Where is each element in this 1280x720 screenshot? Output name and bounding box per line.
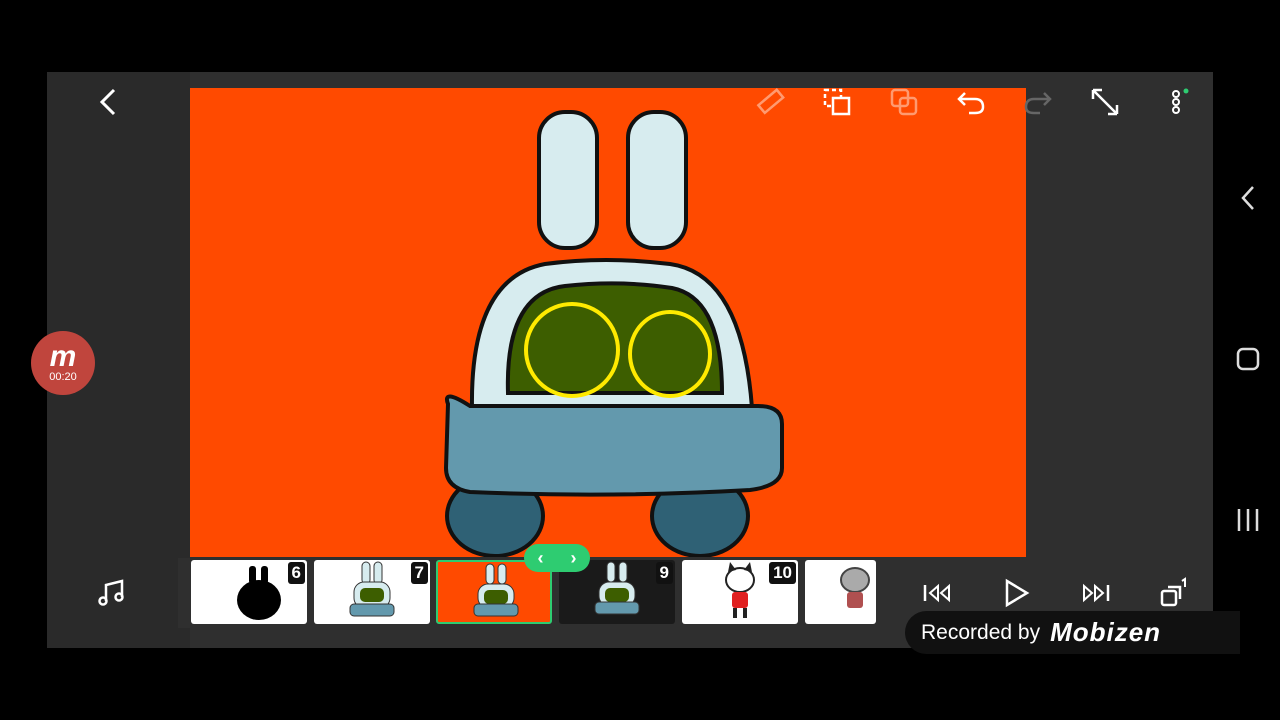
prev-frame-chevron-icon[interactable]: ‹ (538, 548, 544, 569)
frame-number: 9 (655, 562, 673, 584)
redo-icon (1024, 92, 1052, 115)
ruler-button[interactable] (752, 84, 788, 120)
frame-number: 6 (287, 562, 305, 584)
layers-button[interactable] (1156, 576, 1192, 610)
music-note-icon (98, 579, 124, 606)
play-icon (1005, 578, 1030, 608)
system-recents-icon (1237, 509, 1259, 531)
redo-button[interactable] (1020, 84, 1056, 120)
system-home-icon (1236, 347, 1260, 371)
back-button[interactable] (91, 84, 127, 120)
system-back-button[interactable] (1232, 182, 1264, 214)
copy-frame-icon (823, 88, 851, 116)
frame-number: 10 (769, 562, 796, 584)
music-button[interactable] (94, 576, 130, 610)
recorder-timer: 00:20 (49, 371, 77, 383)
frame-thumb[interactable]: 6 (191, 560, 307, 624)
recorder-bubble[interactable]: m 00:20 (31, 331, 95, 395)
thumb-cat (840, 567, 870, 608)
copy-frame-button[interactable] (819, 84, 855, 120)
system-recents-button[interactable] (1232, 504, 1264, 536)
back-chevron-icon (99, 88, 116, 116)
fullscreen-button[interactable] (1087, 84, 1123, 120)
frame-filmstrip[interactable]: 6 7 9 10 (178, 558, 876, 628)
frame-thumb[interactable]: 7 (314, 560, 430, 624)
expand-icon (1091, 88, 1119, 116)
undo-icon (957, 92, 985, 115)
drawing-canvas[interactable] (190, 88, 1026, 557)
system-home-button[interactable] (1232, 343, 1264, 375)
robot-drawing (443, 110, 784, 557)
paste-frame-icon (890, 88, 918, 116)
skip-end-icon (1083, 583, 1110, 603)
system-back-icon (1241, 186, 1254, 210)
next-frame-chevron-icon[interactable]: › (571, 548, 577, 569)
recorded-by-watermark: Recorded by Mobizen (905, 611, 1240, 654)
first-frame-button[interactable] (920, 576, 956, 610)
right-rail (1026, 72, 1213, 558)
recorder-logo: m (49, 340, 77, 373)
frame-nav-pill[interactable]: ‹ › (524, 544, 590, 572)
more-vert-icon (1172, 88, 1189, 114)
frame-number: 7 (410, 562, 428, 584)
more-options-button[interactable] (1156, 84, 1192, 120)
recorder-brand: Mobizen (1050, 617, 1162, 647)
ruler-icon (756, 88, 785, 115)
skip-start-icon (923, 583, 950, 603)
last-frame-button[interactable] (1077, 576, 1113, 610)
frame-thumb[interactable]: 10 (682, 560, 798, 624)
recorded-by-text: Recorded by (921, 620, 1041, 644)
undo-button[interactable] (953, 84, 989, 120)
layers-icon (1160, 577, 1186, 607)
frame-thumb-partial[interactable] (805, 560, 876, 624)
play-button[interactable] (998, 576, 1034, 610)
paste-frame-button[interactable] (886, 84, 922, 120)
